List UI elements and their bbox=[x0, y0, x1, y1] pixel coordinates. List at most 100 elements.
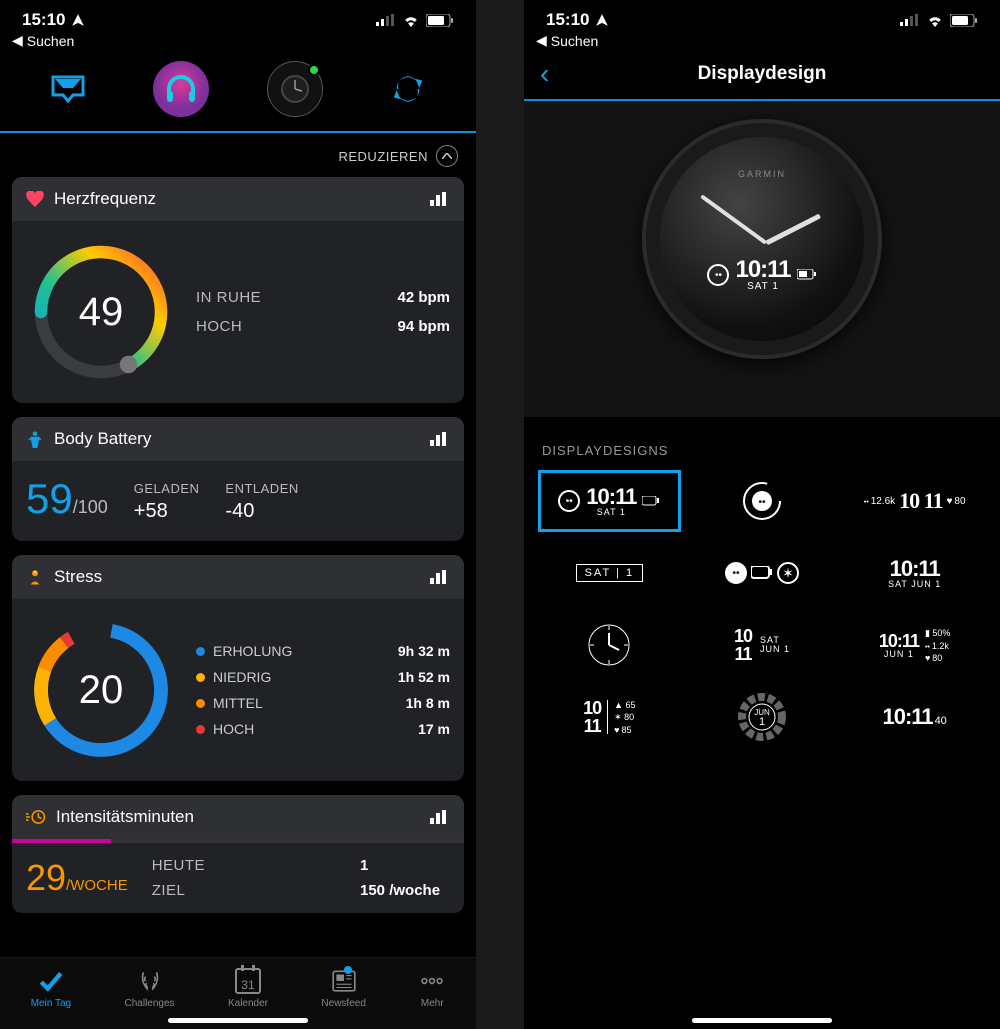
date-dial-icon: JUN 1 bbox=[738, 693, 786, 741]
value: 94 bpm bbox=[397, 318, 450, 335]
analog-clock-icon bbox=[586, 622, 632, 668]
legend-dot bbox=[196, 673, 205, 682]
back-button[interactable]: ‹ bbox=[540, 58, 549, 90]
legend-dot bbox=[196, 647, 205, 656]
back-caret-icon: ◀ bbox=[536, 32, 547, 49]
heart-icon bbox=[26, 191, 44, 207]
intensity-icon bbox=[26, 809, 46, 825]
check-icon bbox=[38, 968, 64, 994]
watch-face-grid: •• 10:11SAT 1 •• 12.6k 10 11 80 SAT | 1 … bbox=[524, 470, 1000, 748]
legend-row: HOCH17 m bbox=[196, 721, 450, 737]
card-title: Intensitätsminuten bbox=[56, 807, 194, 827]
calendar-icon: 31 bbox=[235, 968, 261, 994]
card-heart-rate[interactable]: Herzfrequenz 49 IN RUHE42 bpm HOCH94 bpm bbox=[12, 177, 464, 403]
battery-icon bbox=[797, 269, 817, 281]
legend-label: ERHOLUNG bbox=[213, 643, 390, 659]
watch-face-option-1[interactable]: •• 10:11SAT 1 bbox=[538, 470, 681, 532]
notification-dot bbox=[344, 966, 352, 974]
stress-value: 20 bbox=[26, 615, 176, 765]
bar-chart-icon[interactable] bbox=[430, 432, 450, 446]
nav-calendar[interactable]: 31 Kalender bbox=[228, 968, 268, 1009]
legend-value: 9h 32 m bbox=[398, 643, 450, 659]
location-icon bbox=[595, 13, 609, 27]
value: 1 bbox=[360, 857, 450, 874]
watch-face-option-10[interactable]: 1011 ▲ 65 ✶ 80 85 bbox=[538, 686, 681, 748]
back-to-search[interactable]: ◀ Suchen bbox=[0, 32, 476, 55]
watch-icon bbox=[277, 71, 313, 107]
cards-list: Herzfrequenz 49 IN RUHE42 bpm HOCH94 bpm bbox=[0, 177, 476, 913]
legend-row: ERHOLUNG 9h 32 m bbox=[196, 643, 450, 659]
chevron-up-icon bbox=[436, 145, 458, 167]
watch-face-option-5[interactable]: •• ✶ bbox=[691, 542, 834, 604]
watch-face-preview: GARMIN •• 10:11SAT 1 bbox=[642, 119, 882, 359]
watch-face-option-2[interactable]: •• bbox=[691, 470, 834, 532]
status-bar: 15:10 bbox=[0, 0, 476, 32]
card-stress[interactable]: Stress 20 ERHOLUNG 9h 32 m NIEDRIG1h 52 m M… bbox=[12, 555, 464, 781]
watch-face-option-12[interactable]: 10:11 40 bbox=[843, 686, 986, 748]
phone-dashboard: 15:10 ◀ Suchen R bbox=[0, 0, 476, 1029]
profile-avatar[interactable] bbox=[130, 57, 234, 121]
nav-my-day[interactable]: Mein Tag bbox=[31, 968, 71, 1009]
nav-label: Mein Tag bbox=[31, 998, 71, 1009]
cellular-icon bbox=[376, 14, 396, 26]
collapse-row[interactable]: REDUZIEREN bbox=[0, 133, 476, 177]
label: HEUTE bbox=[152, 857, 205, 874]
steps-icon: •• bbox=[558, 490, 580, 512]
device-button[interactable] bbox=[243, 57, 347, 121]
watch-face-option-4[interactable]: SAT | 1 bbox=[538, 542, 681, 604]
watch-face-option-7[interactable] bbox=[538, 614, 681, 676]
phone-display-design: 15:10 ◀ Suchen ‹ Displaydesign GARMIN •• bbox=[524, 0, 1000, 1029]
nav-more[interactable]: Mehr bbox=[419, 968, 445, 1009]
watch-face-option-9[interactable]: 10:11JUN 1 ▮ 50% 1.2k 80 bbox=[843, 614, 986, 676]
watch-face-option-11[interactable]: JUN 1 bbox=[691, 686, 834, 748]
card-title: Stress bbox=[54, 567, 102, 587]
back-caret-icon: ◀ bbox=[12, 32, 23, 49]
bar-chart-icon[interactable] bbox=[430, 192, 450, 206]
nav-label: Challenges bbox=[125, 998, 175, 1009]
svg-text:1: 1 bbox=[759, 716, 765, 728]
bb-score: 59/100 bbox=[26, 475, 108, 523]
card-intensity[interactable]: Intensitätsminuten 29/WOCHE HEUTE1 ZIEL1… bbox=[12, 795, 464, 913]
steps-ring-icon: •• bbox=[740, 479, 784, 523]
inbox-button[interactable] bbox=[16, 57, 120, 121]
nav-label: Newsfeed bbox=[321, 998, 365, 1009]
headphones-icon bbox=[163, 71, 199, 107]
watch-face-option-3[interactable]: 12.6k 10 11 80 bbox=[843, 470, 986, 532]
more-icon bbox=[419, 968, 445, 994]
back-label: Suchen bbox=[551, 33, 598, 49]
top-toolbar bbox=[0, 55, 476, 133]
legend-row: MITTEL1h 8 m bbox=[196, 695, 450, 711]
legend-label: HOCH bbox=[213, 721, 410, 737]
legend-row: NIEDRIG1h 52 m bbox=[196, 669, 450, 685]
device-connected-dot bbox=[308, 64, 320, 76]
label: ENTLADEN bbox=[225, 481, 298, 496]
wifi-icon bbox=[926, 14, 944, 27]
watch-face-option-8[interactable]: 1011 SATJUN 1 bbox=[691, 614, 834, 676]
watch-face-option-6[interactable]: 10:11SAT JUN 1 bbox=[843, 542, 986, 604]
watch-brand: GARMIN bbox=[738, 169, 786, 179]
legend-label: MITTEL bbox=[213, 695, 398, 711]
card-title: Herzfrequenz bbox=[54, 189, 156, 209]
card-body-battery[interactable]: Body Battery 59/100 GELADEN+58 ENTLADEN-… bbox=[12, 417, 464, 541]
page-title: Displaydesign bbox=[698, 63, 827, 85]
nav-newsfeed[interactable]: Newsfeed bbox=[321, 968, 365, 1009]
label: IN RUHE bbox=[196, 289, 261, 306]
status-time: 15:10 bbox=[22, 10, 65, 30]
location-icon bbox=[71, 13, 85, 27]
status-bar: 15:10 bbox=[524, 0, 1000, 32]
nav-challenges[interactable]: Challenges bbox=[125, 968, 175, 1009]
stress-ring: 20 bbox=[26, 615, 176, 765]
home-indicator[interactable] bbox=[168, 1018, 308, 1023]
home-indicator[interactable] bbox=[692, 1018, 832, 1023]
sync-button[interactable] bbox=[357, 57, 461, 121]
nav-label: Kalender bbox=[228, 998, 268, 1009]
sync-icon bbox=[391, 72, 425, 106]
bar-chart-icon[interactable] bbox=[430, 570, 450, 584]
back-to-search[interactable]: ◀ Suchen bbox=[524, 32, 1000, 55]
section-label: DISPLAYDESIGNS bbox=[524, 417, 1000, 470]
bar-chart-icon[interactable] bbox=[430, 810, 450, 824]
laurel-icon bbox=[137, 968, 163, 994]
battery-icon bbox=[642, 496, 660, 507]
body-battery-icon: ✶ bbox=[777, 562, 799, 584]
status-time: 15:10 bbox=[546, 10, 589, 30]
